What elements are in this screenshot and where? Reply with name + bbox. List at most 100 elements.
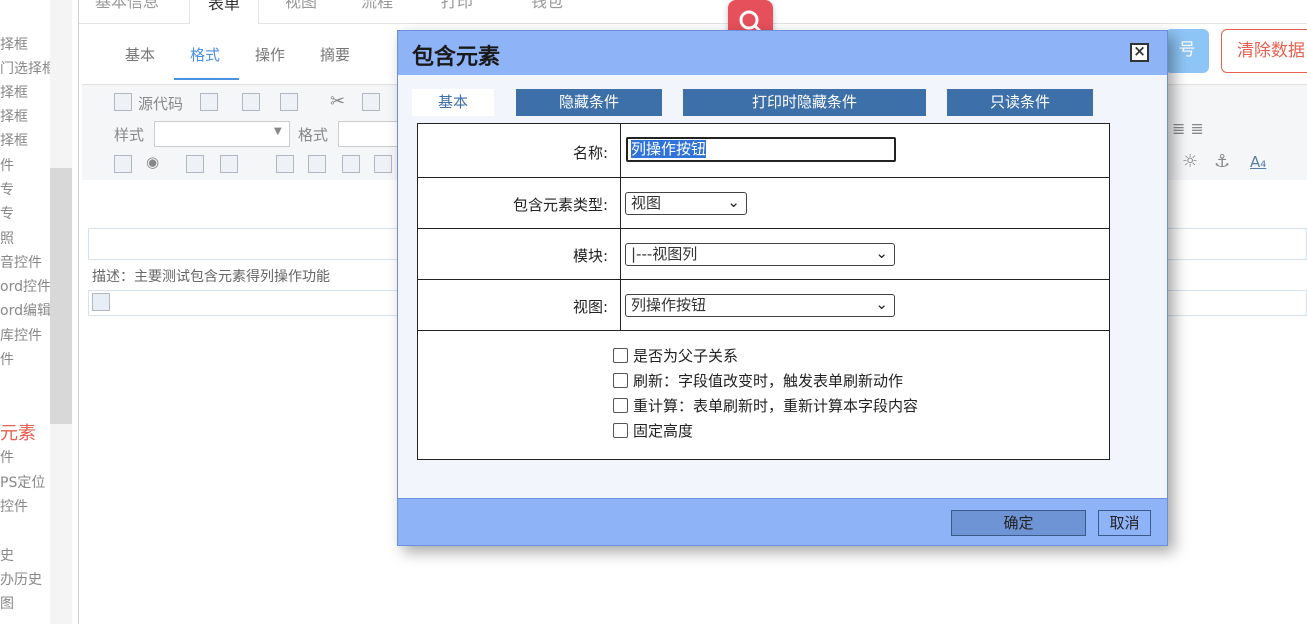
subtab-basic[interactable]: 基本 <box>125 44 155 65</box>
copy-icon[interactable] <box>362 93 380 111</box>
close-icon[interactable]: × <box>1130 43 1149 62</box>
checkbox[interactable] <box>613 423 628 438</box>
sidebar-item[interactable]: ord控件 <box>0 276 50 296</box>
divider <box>78 0 79 624</box>
embed-icon[interactable] <box>92 293 110 311</box>
font-size-icon[interactable]: A₄ <box>1250 153 1266 171</box>
anchor-icon[interactable]: ⚓ <box>1214 151 1230 172</box>
chevron-down-icon: ⌄ <box>875 295 888 313</box>
textarea-icon[interactable] <box>220 155 238 173</box>
view-select[interactable]: 列操作按钮 ⌄ <box>625 294 895 317</box>
dialog-titlebar[interactable]: 包含元素 × <box>398 31 1167 75</box>
name-field[interactable]: 列操作按钮 <box>626 137 896 162</box>
form-row: 模块: |---视图列 ⌄ <box>418 229 1109 280</box>
link-icon[interactable] <box>342 155 360 173</box>
sidebar-item[interactable]: 办历史 <box>0 569 50 589</box>
form-row: 包含元素类型: 视图 ⌄ <box>418 178 1109 229</box>
sidebar-item[interactable]: 门选择框 <box>0 58 50 78</box>
tab-wallet[interactable]: 钱包 <box>531 0 563 12</box>
dialog-title: 包含元素 <box>412 45 501 70</box>
tab-form[interactable]: 表单 <box>189 0 260 24</box>
cancel-button[interactable]: 取消 <box>1098 510 1151 536</box>
chevron-down-icon: ⌄ <box>875 244 888 262</box>
tab-view[interactable]: 视图 <box>285 0 317 12</box>
list-icon[interactable] <box>276 155 294 173</box>
checkbox[interactable] <box>613 373 628 388</box>
checkbox-parent-child[interactable]: 是否为父子关系 <box>613 345 738 366</box>
dialog-footer: 确定 取消 <box>398 498 1167 545</box>
subtab-action[interactable]: 操作 <box>255 44 285 65</box>
format-label: 格式 <box>298 126 329 144</box>
element-type-label: 包含元素类型: <box>512 196 608 214</box>
active-tab-indicator <box>174 78 239 80</box>
module-select[interactable]: |---视图列 ⌄ <box>625 243 895 266</box>
sidebar-item[interactable]: 库控件 <box>0 325 50 345</box>
tab-print[interactable]: 打印 <box>441 0 473 12</box>
sidebar-item[interactable]: 择框 <box>0 106 50 126</box>
checkbox-fixed-height[interactable]: 固定高度 <box>613 420 693 441</box>
align-icon[interactable]: ≣ ≣ <box>1172 119 1204 138</box>
clear-data-button[interactable]: 清除数据 <box>1221 29 1307 73</box>
form-description: 描述：主要测试包含元素得列操作功能 <box>92 269 330 285</box>
view-label: 视图: <box>572 298 608 316</box>
style-select[interactable] <box>154 121 290 147</box>
sidebar-item[interactable]: 史 <box>0 545 50 565</box>
sidebar-item-active[interactable]: 元素 <box>0 419 50 445</box>
sidebar-item[interactable]: 图 <box>0 593 50 613</box>
sidebar-item[interactable]: 件 <box>0 155 50 175</box>
sidebar-item[interactable]: 音控件 <box>0 252 50 272</box>
source-code-icon[interactable] <box>114 93 132 111</box>
tab-basic-info[interactable]: 基本信息 <box>95 0 159 12</box>
radio-icon[interactable]: ◉ <box>146 153 159 171</box>
bank-icon[interactable] <box>374 155 392 173</box>
checkbox-refresh[interactable]: 刷新：字段值改变时，触发表单刷新动作 <box>613 370 903 391</box>
template-icon[interactable] <box>280 93 298 111</box>
tab-readonly-condition[interactable]: 只读条件 <box>947 89 1093 116</box>
dialog-form-table: 名称: 列操作按钮 包含元素类型: 视图 ⌄ 模块: |---视图列 ⌄ 视图: 列… <box>417 123 1110 460</box>
checkbox-icon[interactable] <box>114 155 132 173</box>
form-row: 名称: 列操作按钮 <box>418 124 1109 178</box>
ok-button[interactable]: 确定 <box>951 510 1086 536</box>
tab-basic[interactable]: 基本 <box>412 89 494 116</box>
sidebar-item[interactable]: 件 <box>0 447 50 467</box>
tab-print-hide-condition[interactable]: 打印时隐藏条件 <box>683 89 926 116</box>
checkbox[interactable] <box>613 398 628 413</box>
sidebar-item[interactable]: 件 <box>0 349 50 369</box>
sidebar-item[interactable]: 专 <box>0 203 50 223</box>
sidebar: 择框 门选择框 择框 择框 择框 件 专 专 照 音控件 ord控件 ord编辑… <box>0 0 50 624</box>
style-label: 样式 <box>114 126 145 144</box>
chevron-down-icon: ⌄ <box>727 193 740 211</box>
calendar-icon[interactable] <box>308 155 326 173</box>
sidebar-item[interactable]: PS定位 <box>0 472 50 492</box>
sidebar-item[interactable]: 择框 <box>0 82 50 102</box>
paste-icon[interactable] <box>200 93 218 111</box>
checkbox[interactable] <box>613 348 628 363</box>
module-label: 模块: <box>572 247 608 265</box>
dialog-body: 基本 隐藏条件 打印时隐藏条件 只读条件 名称: 列操作按钮 包含元素类型: 视… <box>398 75 1167 498</box>
sidebar-scrollbar-thumb[interactable] <box>50 168 72 424</box>
chevron-down-icon[interactable]: ▼ <box>274 126 282 137</box>
action-button[interactable]: 号 <box>1165 29 1209 73</box>
checkbox-recalculate[interactable]: 重计算：表单刷新时，重新计算本字段内容 <box>613 395 918 416</box>
sidebar-item[interactable]: 控件 <box>0 496 50 516</box>
sidebar-item[interactable]: 择框 <box>0 130 50 150</box>
tab-flow[interactable]: 流程 <box>361 0 393 12</box>
format-select[interactable] <box>338 121 398 147</box>
sidebar-item[interactable]: 专 <box>0 179 50 199</box>
subtab-format[interactable]: 格式 <box>190 44 220 65</box>
textfield-icon[interactable] <box>186 155 204 173</box>
sidebar-item[interactable]: ord编辑 <box>0 300 50 320</box>
name-label: 名称: <box>572 144 608 162</box>
subtab-summary[interactable]: 摘要 <box>320 44 350 65</box>
form-row: 视图: 列操作按钮 ⌄ <box>418 280 1109 331</box>
tab-hide-condition[interactable]: 隐藏条件 <box>516 89 662 116</box>
cut-icon[interactable]: ✂ <box>330 91 345 112</box>
sidebar-item[interactable]: 择框 <box>0 34 50 54</box>
element-type-select[interactable]: 视图 ⌄ <box>625 192 747 215</box>
include-element-dialog: 包含元素 × 基本 隐藏条件 打印时隐藏条件 只读条件 名称: 列操作按钮 包含… <box>397 30 1168 546</box>
main-tabs: 基本信息 表单 视图 流程 打印 钱包 <box>79 0 1307 24</box>
sun-icon[interactable]: ☼ <box>1182 151 1198 172</box>
sidebar-item[interactable]: 照 <box>0 228 50 248</box>
source-code-button[interactable]: 源代码 <box>138 93 183 114</box>
preview-icon[interactable] <box>242 93 260 111</box>
